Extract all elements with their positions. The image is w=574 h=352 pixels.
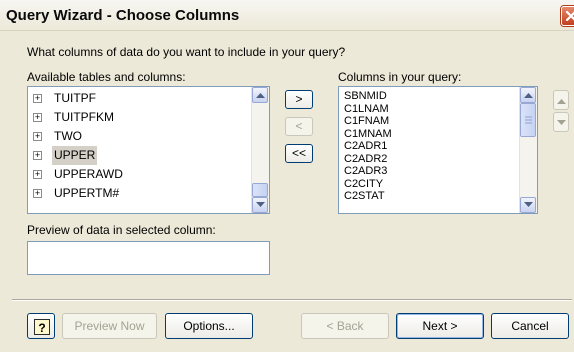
list-item[interactable]: C1LNAM bbox=[339, 103, 537, 116]
available-tables-tree[interactable]: + TUITPF + TUITPFKM + TWO + UPPER + UPPE… bbox=[27, 86, 270, 214]
tree-item-selected[interactable]: + UPPER bbox=[28, 146, 269, 165]
help-button[interactable]: ? bbox=[27, 313, 55, 339]
plus-icon[interactable]: + bbox=[33, 113, 42, 122]
next-button[interactable]: Next > bbox=[396, 313, 484, 339]
scroll-thumb[interactable] bbox=[520, 103, 536, 137]
window-title: Query Wizard - Choose Columns bbox=[6, 7, 240, 24]
tree-item[interactable]: + TUITPFKM bbox=[28, 108, 269, 127]
close-button[interactable] bbox=[561, 6, 574, 26]
query-columns-scrollbar[interactable] bbox=[519, 87, 537, 213]
cancel-button[interactable]: Cancel bbox=[491, 313, 569, 339]
title-bar[interactable]: Query Wizard - Choose Columns bbox=[0, 0, 574, 31]
scroll-up-button[interactable] bbox=[252, 87, 268, 103]
tree-item-label: TUITPFKM bbox=[54, 110, 114, 124]
plus-icon[interactable]: + bbox=[33, 189, 42, 198]
tree-item-label: TWO bbox=[54, 129, 82, 143]
back-button[interactable]: < Back bbox=[301, 313, 389, 339]
query-columns-label: Columns in your query: bbox=[338, 70, 462, 84]
preview-now-button[interactable]: Preview Now bbox=[62, 313, 157, 339]
grip-icon bbox=[525, 116, 532, 124]
plus-icon[interactable]: + bbox=[33, 151, 42, 160]
list-item[interactable]: C2ADR2 bbox=[339, 153, 537, 166]
scroll-up-button[interactable] bbox=[520, 87, 536, 103]
list-item[interactable]: C2STAT bbox=[339, 190, 537, 203]
plus-icon[interactable]: + bbox=[33, 94, 42, 103]
list-item[interactable]: C2ADR3 bbox=[339, 165, 537, 178]
up-arrow-icon bbox=[256, 93, 265, 98]
tree-item-label: UPPER bbox=[52, 146, 98, 165]
preview-box bbox=[27, 241, 270, 275]
plus-icon[interactable]: + bbox=[33, 132, 42, 141]
list-item[interactable]: C1MNAM bbox=[339, 128, 537, 141]
help-icon: ? bbox=[34, 319, 50, 335]
list-item[interactable]: SBNMID bbox=[339, 90, 537, 103]
tree-item[interactable]: + TWO bbox=[28, 127, 269, 146]
tree-item[interactable]: + UPPERAWD bbox=[28, 165, 269, 184]
preview-label: Preview of data in selected column: bbox=[27, 223, 216, 237]
move-down-button[interactable] bbox=[553, 112, 569, 132]
list-item[interactable]: C2CITY bbox=[339, 178, 537, 191]
tree-item[interactable]: + UPPERTM# bbox=[28, 184, 269, 203]
query-wizard-window: Query Wizard - Choose Columns What colum… bbox=[0, 0, 574, 352]
down-arrow-icon bbox=[557, 120, 566, 125]
list-item[interactable]: C2ADR1 bbox=[339, 140, 537, 153]
list-item[interactable]: C1FNAM bbox=[339, 115, 537, 128]
scroll-down-button[interactable] bbox=[520, 197, 536, 213]
remove-all-columns-button[interactable]: << bbox=[285, 144, 313, 163]
tree-item-label: UPPERAWD bbox=[54, 167, 123, 181]
prompt-text: What columns of data do you want to incl… bbox=[27, 45, 346, 59]
divider bbox=[12, 299, 572, 301]
up-arrow-icon bbox=[524, 93, 533, 98]
plus-icon[interactable]: + bbox=[33, 170, 42, 179]
up-arrow-icon bbox=[557, 99, 566, 104]
close-icon bbox=[565, 10, 574, 22]
scroll-thumb[interactable] bbox=[252, 183, 268, 197]
tree-item-label: TUITPF bbox=[54, 91, 96, 105]
available-scrollbar[interactable] bbox=[251, 87, 269, 213]
down-arrow-icon bbox=[524, 202, 533, 207]
tree-item[interactable]: + TUITPF bbox=[28, 89, 269, 108]
remove-column-button[interactable]: < bbox=[285, 117, 313, 136]
scroll-down-button[interactable] bbox=[252, 197, 268, 213]
move-up-button[interactable] bbox=[553, 90, 569, 110]
add-column-button[interactable]: > bbox=[285, 90, 313, 109]
tree-item-label: UPPERTM# bbox=[54, 186, 120, 200]
down-arrow-icon bbox=[256, 202, 265, 207]
query-columns-list[interactable]: SBNMID C1LNAM C1FNAM C1MNAM C2ADR1 C2ADR… bbox=[338, 86, 538, 214]
options-button[interactable]: Options... bbox=[165, 313, 253, 339]
available-label: Available tables and columns: bbox=[27, 70, 186, 84]
